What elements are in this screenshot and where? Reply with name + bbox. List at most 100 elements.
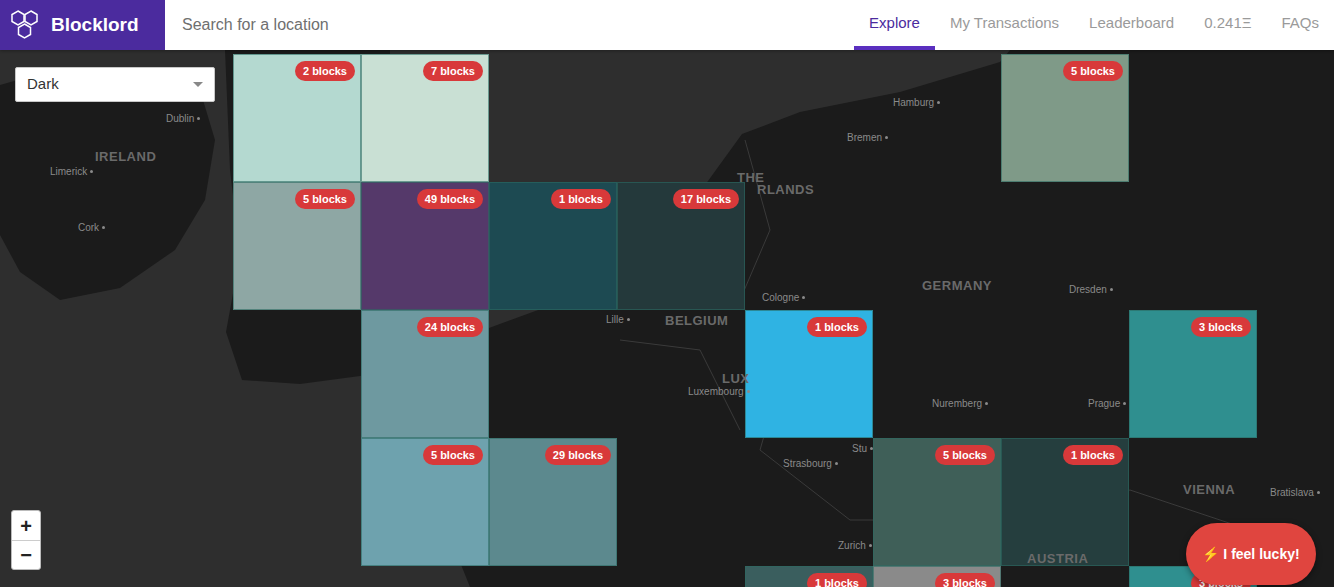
block-count-badge: 49 blocks <box>417 189 483 209</box>
label-text: VIENNA <box>1183 480 1235 500</box>
zoom-in-button[interactable]: + <box>12 511 40 540</box>
country-label: THE <box>737 168 765 188</box>
block-tile[interactable]: 1 blocks <box>745 310 873 438</box>
tile-layer: 2 blocks 7 blocks 5 blocks 5 blocks 49 block… <box>0 50 1334 587</box>
block-count-badge: 5 blocks <box>935 445 995 465</box>
label-text: RLANDS <box>757 180 814 200</box>
city-label: Dresden <box>1069 282 1113 297</box>
map[interactable]: 2 blocks 7 blocks 5 blocks 5 blocks 49 block… <box>0 50 1334 587</box>
block-tile[interactable]: 5 blocks <box>1001 54 1129 182</box>
nav-label: Leaderboard <box>1089 12 1174 35</box>
block-tile[interactable]: 24 blocks <box>361 310 489 438</box>
city-label: Stu <box>852 441 873 456</box>
city-dot-icon <box>197 117 200 120</box>
label-text: Dublin <box>166 111 194 126</box>
block-tile[interactable]: 3 blocks <box>1129 310 1257 438</box>
city-dot-icon <box>937 101 940 104</box>
label-text: IRELAND <box>95 147 156 167</box>
country-label: VIENNA <box>1183 480 1235 500</box>
block-count-badge: 3 blocks <box>935 573 995 587</box>
city-dot-icon <box>870 447 873 450</box>
city-label: Lille <box>606 312 630 327</box>
nav-tab[interactable]: My Transactions <box>935 0 1074 50</box>
country-label: BELGIUM <box>665 311 728 331</box>
block-tile[interactable]: 17 blocks <box>617 182 745 310</box>
nav-tab[interactable]: FAQs <box>1266 0 1334 50</box>
label-text: Strasbourg <box>783 456 832 471</box>
nav-label: 0.241Ξ <box>1204 12 1251 35</box>
city-label: Hamburg <box>893 95 940 110</box>
city-dot-icon <box>885 136 888 139</box>
block-tile[interactable]: 1 blocks <box>745 566 873 587</box>
block-tile[interactable]: 29 blocks <box>489 438 617 566</box>
city-dot-icon <box>747 390 750 393</box>
city-dot-icon <box>102 226 105 229</box>
city-dot-icon <box>1123 402 1126 405</box>
label-text: Lille <box>606 312 624 327</box>
lucky-button[interactable]: ⚡I feel lucky! <box>1186 523 1316 585</box>
label-text: GERMANY <box>922 276 992 296</box>
city-label: Bratislava <box>1270 485 1320 500</box>
select-value: Dark <box>27 73 59 96</box>
city-label: Luxembourg <box>688 384 750 399</box>
top-bar: Blocklord Explore My Transactions Leaderbo… <box>0 0 1334 50</box>
city-dot-icon <box>1110 288 1113 291</box>
label-text: BELGIUM <box>665 311 728 331</box>
city-label: Bremen <box>847 130 888 145</box>
country-label: LUX <box>722 369 750 389</box>
label-text: Limerick <box>50 164 87 179</box>
nav-label: Explore <box>869 12 920 35</box>
block-count-badge: 1 blocks <box>807 573 867 587</box>
block-tile[interactable]: 2 blocks <box>233 54 361 182</box>
block-tile[interactable]: 3 blocks <box>873 566 1001 587</box>
map-style-select[interactable]: Dark <box>15 67 215 102</box>
logo-text: Blocklord <box>51 11 139 40</box>
city-label: Cologne <box>762 290 805 305</box>
nav-tab[interactable]: Leaderboard <box>1074 0 1189 50</box>
block-count-badge: 5 blocks <box>1063 61 1123 81</box>
block-tile[interactable]: 5 blocks <box>361 438 489 566</box>
city-label: Dublin <box>166 111 200 126</box>
block-tile[interactable]: 5 blocks <box>233 182 361 310</box>
block-tile[interactable]: 7 blocks <box>361 54 489 182</box>
label-text: Cork <box>78 220 99 235</box>
label-text: Bremen <box>847 130 882 145</box>
label-text: Zurich <box>838 538 866 553</box>
city-dot-icon <box>835 462 838 465</box>
label-text: AUSTRIA <box>1027 549 1088 569</box>
block-count-badge: 1 blocks <box>551 189 611 209</box>
logo[interactable]: Blocklord <box>0 0 165 50</box>
caret-icon <box>193 82 203 87</box>
city-label: Prague <box>1088 396 1126 411</box>
label-text: Luxembourg <box>688 384 744 399</box>
label-text: Prague <box>1088 396 1120 411</box>
nav-label: My Transactions <box>950 12 1059 35</box>
search-input[interactable] <box>182 13 854 37</box>
nav-tab[interactable]: 0.241Ξ <box>1189 0 1266 50</box>
city-label: Strasbourg <box>783 456 838 471</box>
block-count-badge: 5 blocks <box>295 189 355 209</box>
lucky-label: I feel lucky! <box>1223 544 1299 565</box>
block-tile[interactable]: 5 blocks <box>873 438 1001 566</box>
block-tile[interactable]: 1 blocks <box>489 182 617 310</box>
block-tile[interactable]: 1 blocks <box>1001 438 1129 566</box>
block-tile[interactable]: 49 blocks <box>361 182 489 310</box>
city-dot-icon <box>627 318 630 321</box>
block-count-badge: 29 blocks <box>545 445 611 465</box>
zoom-out-button[interactable]: − <box>12 540 40 569</box>
block-count-badge: 2 blocks <box>295 61 355 81</box>
nav-tab[interactable]: Explore <box>854 0 935 50</box>
city-dot-icon <box>1317 491 1320 494</box>
label-text: Stu <box>852 441 867 456</box>
label-text: THE <box>737 168 765 188</box>
label-layer: Dublin IRELAND Limerick Cork Hamburg Bremen TH… <box>0 50 1334 587</box>
nav-label: FAQs <box>1281 12 1319 35</box>
label-text: Bratislava <box>1270 485 1314 500</box>
block-count-badge: 3 blocks <box>1191 317 1251 337</box>
country-label: GERMANY <box>922 276 992 296</box>
block-count-badge: 7 blocks <box>423 61 483 81</box>
city-label: Nuremberg <box>932 396 988 411</box>
block-count-badge: 24 blocks <box>417 317 483 337</box>
label-text: Dresden <box>1069 282 1107 297</box>
city-dot-icon <box>985 402 988 405</box>
